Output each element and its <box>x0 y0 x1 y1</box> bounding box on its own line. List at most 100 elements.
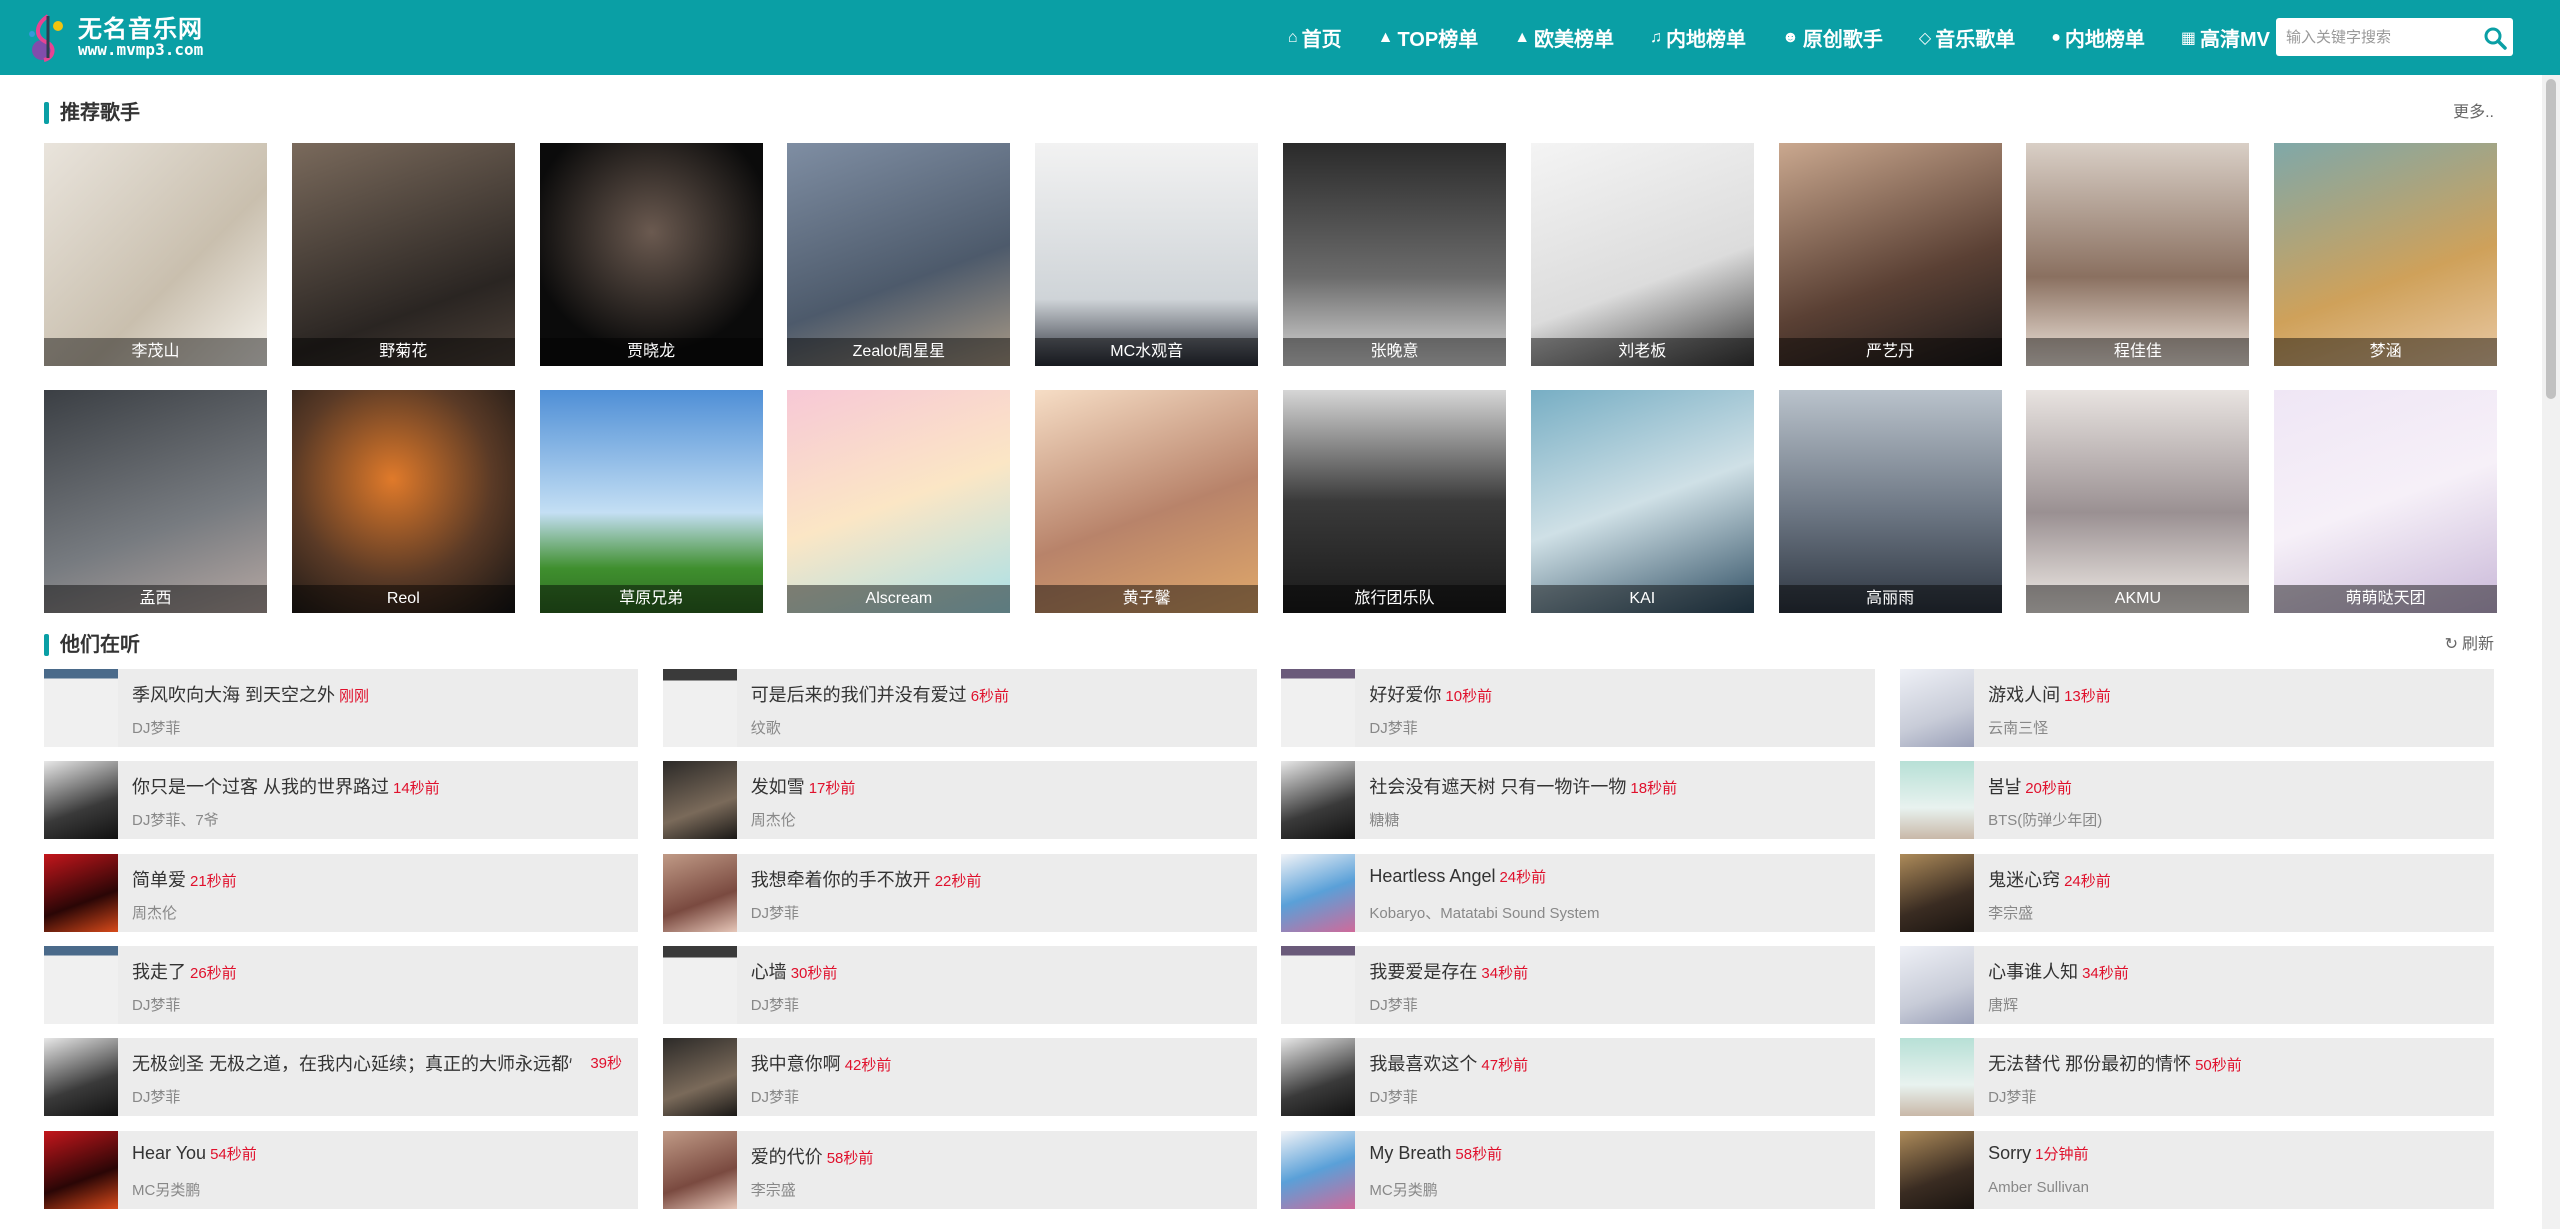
song-title[interactable]: 心墙 30秒前 <box>751 958 838 984</box>
listening-item[interactable]: 鬼迷心窍 24秒前李宗盛 <box>1900 853 2495 932</box>
artist-name[interactable]: BTS(防弹少年团) <box>1988 809 2102 830</box>
singer-card[interactable]: 程佳佳 <box>2026 143 2250 366</box>
artist-name[interactable]: 李宗盛 <box>1988 902 2033 923</box>
listening-item[interactable]: Sorry 1分钟前 Amber Sullivan <box>1900 1130 2495 1209</box>
song-title[interactable]: 我最喜欢这个 47秒前 <box>1369 1050 1528 1076</box>
song-title[interactable]: 我要爱是存在 34秒前 <box>1369 958 1528 984</box>
singer-card[interactable]: Reol <box>291 390 515 613</box>
song-title[interactable]: 好好爱你 10秒前 <box>1369 681 1492 707</box>
artist-name[interactable]: DJ梦菲 <box>1988 1086 2036 1107</box>
artist-name[interactable]: 周杰伦 <box>132 902 177 923</box>
artist-name[interactable]: 周杰伦 <box>751 809 796 830</box>
artist-name[interactable]: DJ梦菲 <box>751 994 799 1015</box>
artist-name[interactable]: DJ梦菲 <box>751 902 799 923</box>
artist-name[interactable]: 云南三怪 <box>1988 717 2048 738</box>
listening-item[interactable]: 季风吹向大海 到天空之外 刚刚 DJ梦菲 <box>44 669 638 747</box>
song-title[interactable]: 心事谁人知 34秒前 <box>1988 958 2129 984</box>
song-title[interactable]: Sorry 1分钟前 <box>1988 1143 2088 1164</box>
song-title[interactable]: 社会没有遮天树 只有一物许一物 18秒前 <box>1369 773 1677 799</box>
singer-card[interactable]: 草原兄弟 <box>539 390 763 613</box>
search-input[interactable] <box>2276 18 2476 56</box>
artist-name[interactable]: 李宗盛 <box>751 1179 796 1200</box>
artist-name[interactable]: DJ梦菲 <box>1369 1086 1417 1107</box>
listening-item[interactable]: Hear You 54秒前 MC另类鹏 <box>44 1130 638 1209</box>
listening-item[interactable]: 我想牵着你的手不放开 22秒前 DJ梦菲 <box>662 853 1257 932</box>
singer-card[interactable]: Zealot周星星 <box>787 143 1011 366</box>
listening-item[interactable]: 心事谁人知 34秒前唐辉 <box>1900 945 2495 1024</box>
artist-name[interactable]: DJ梦菲 <box>1369 717 1417 738</box>
artist-name[interactable]: 纹歌 <box>751 717 781 738</box>
site-logo[interactable]: 无名音乐网 www.mvmp3.com <box>26 8 203 68</box>
artist-name[interactable]: DJ梦菲 <box>1369 994 1417 1015</box>
singer-card[interactable]: 旅行团乐队 <box>1283 390 1506 613</box>
listening-item[interactable]: 我中意你啊 42秒前 DJ梦菲 <box>662 1038 1257 1117</box>
artist-name[interactable]: DJ梦菲 <box>132 994 180 1015</box>
nav-playlists[interactable]: ◇ 音乐歌单 <box>1919 23 2015 52</box>
singer-card[interactable]: 李茂山 <box>44 143 267 366</box>
artist-name[interactable]: Kobaryo、Matatabi Sound System <box>1369 902 1599 923</box>
song-title[interactable]: 可是后来的我们并没有爱过 6秒前 <box>751 681 1009 707</box>
nav-home[interactable]: ⌂ 首页 <box>1288 23 1342 52</box>
nav-top-chart[interactable]: ▲ TOP榜单 <box>1378 23 1479 52</box>
listening-item[interactable]: 心墙 30秒前 DJ梦菲 <box>662 945 1257 1024</box>
singer-card[interactable]: 萌萌哒天团 <box>2274 390 2498 613</box>
nav-mainland-chart-2[interactable]: ● 内地榜单 <box>2051 23 2145 52</box>
singer-card[interactable]: 刘老板 <box>1530 143 1754 366</box>
scrollbar-thumb[interactable] <box>2546 79 2556 399</box>
song-title[interactable]: Hear You 54秒前 <box>132 1143 257 1164</box>
song-title[interactable]: 봄날 20秒前 <box>1988 773 2072 799</box>
artist-name[interactable]: MC另类鹏 <box>1369 1179 1437 1200</box>
song-title[interactable]: 我中意你啊 42秒前 <box>751 1050 892 1076</box>
song-title[interactable]: 无极剑圣 无极之道，在我内心延续；真正的大师永远都怀 <box>132 1050 572 1076</box>
song-title[interactable]: 季风吹向大海 到天空之外 刚刚 <box>132 681 369 707</box>
singer-card[interactable]: 黄子馨 <box>1035 390 1259 613</box>
artist-name[interactable]: DJ梦菲 <box>132 717 180 738</box>
listening-item[interactable]: 봄날 20秒前 BTS(防弹少年团) <box>1900 761 2495 840</box>
singer-card[interactable]: 孟西 <box>44 390 267 613</box>
artist-name[interactable]: DJ梦菲、7爷 <box>132 809 219 830</box>
more-link[interactable]: 更多.. <box>2453 98 2494 128</box>
artist-name[interactable]: MC另类鹏 <box>132 1179 200 1200</box>
song-title[interactable]: 简单爱 21秒前 <box>132 866 237 892</box>
listening-item[interactable]: My Breath 58秒前 MC另类鹏 <box>1281 1130 1876 1209</box>
singer-card[interactable]: 梦涵 <box>2274 143 2498 366</box>
nav-hd-mv[interactable]: ▦ 高清MV <box>2181 23 2270 52</box>
singer-card[interactable]: AKMU <box>2026 390 2250 613</box>
nav-western-chart[interactable]: ▲ 欧美榜单 <box>1514 23 1614 52</box>
artist-name[interactable]: 唐辉 <box>1988 994 2018 1015</box>
song-title[interactable]: Heartless Angel 24秒前 <box>1369 866 1546 887</box>
nav-original-singers[interactable]: ☻ 原创歌手 <box>1782 23 1883 52</box>
listening-item[interactable]: 好好爱你 10秒前 DJ梦菲 <box>1281 669 1876 747</box>
listening-item[interactable]: 我走了 26秒前 DJ梦菲 <box>44 945 638 1024</box>
artist-name[interactable]: 糖糖 <box>1369 809 1399 830</box>
listening-item[interactable]: 39秒 无极剑圣 无极之道，在我内心延续；真正的大师永远都怀 DJ梦菲 <box>44 1038 638 1117</box>
song-title[interactable]: My Breath 58秒前 <box>1369 1143 1502 1164</box>
listening-item[interactable]: 你只是一个过客 从我的世界路过 14秒前 DJ梦菲、7爷 <box>44 761 638 840</box>
listening-item[interactable]: 发如雪 17秒前周杰伦 <box>662 761 1257 840</box>
listening-item[interactable]: 我要爱是存在 34秒前 DJ梦菲 <box>1281 945 1876 1024</box>
singer-card[interactable]: 高丽雨 <box>1778 390 2002 613</box>
singer-card[interactable]: 贾晓龙 <box>539 143 763 366</box>
song-title[interactable]: 游戏人间 13秒前 <box>1988 681 2111 707</box>
singer-card[interactable]: 张晚意 <box>1283 143 1506 366</box>
song-title[interactable]: 无法替代 那份最初的情怀 50秒前 <box>1988 1050 2242 1076</box>
song-title[interactable]: 鬼迷心窍 24秒前 <box>1988 866 2111 892</box>
page-scrollbar[interactable] <box>2542 75 2560 1229</box>
listening-item[interactable]: 爱的代价 58秒前李宗盛 <box>662 1130 1257 1209</box>
listening-item[interactable]: 我最喜欢这个 47秒前 DJ梦菲 <box>1281 1038 1876 1117</box>
search-icon[interactable] <box>2483 26 2507 50</box>
listening-item[interactable]: 简单爱 21秒前周杰伦 <box>44 853 638 932</box>
singer-card[interactable]: 野菊花 <box>291 143 515 366</box>
song-title[interactable]: 发如雪 17秒前 <box>751 773 856 799</box>
nav-mainland-chart[interactable]: ♫ 内地榜单 <box>1650 23 1746 52</box>
listening-item[interactable]: 游戏人间 13秒前云南三怪 <box>1900 669 2495 747</box>
singer-card[interactable]: 严艺丹 <box>1778 143 2002 366</box>
listening-item[interactable]: 社会没有遮天树 只有一物许一物 18秒前糖糖 <box>1281 761 1876 840</box>
artist-name[interactable]: DJ梦菲 <box>751 1086 799 1107</box>
listening-item[interactable]: 无法替代 那份最初的情怀 50秒前 DJ梦菲 <box>1900 1038 2495 1117</box>
singer-card[interactable]: KAI <box>1530 390 1754 613</box>
artist-name[interactable]: DJ梦菲 <box>132 1086 180 1107</box>
refresh-button[interactable]: ↻ 刷新 <box>2445 630 2494 660</box>
song-title[interactable]: 我想牵着你的手不放开 22秒前 <box>751 866 982 892</box>
song-title[interactable]: 爱的代价 58秒前 <box>751 1143 874 1169</box>
